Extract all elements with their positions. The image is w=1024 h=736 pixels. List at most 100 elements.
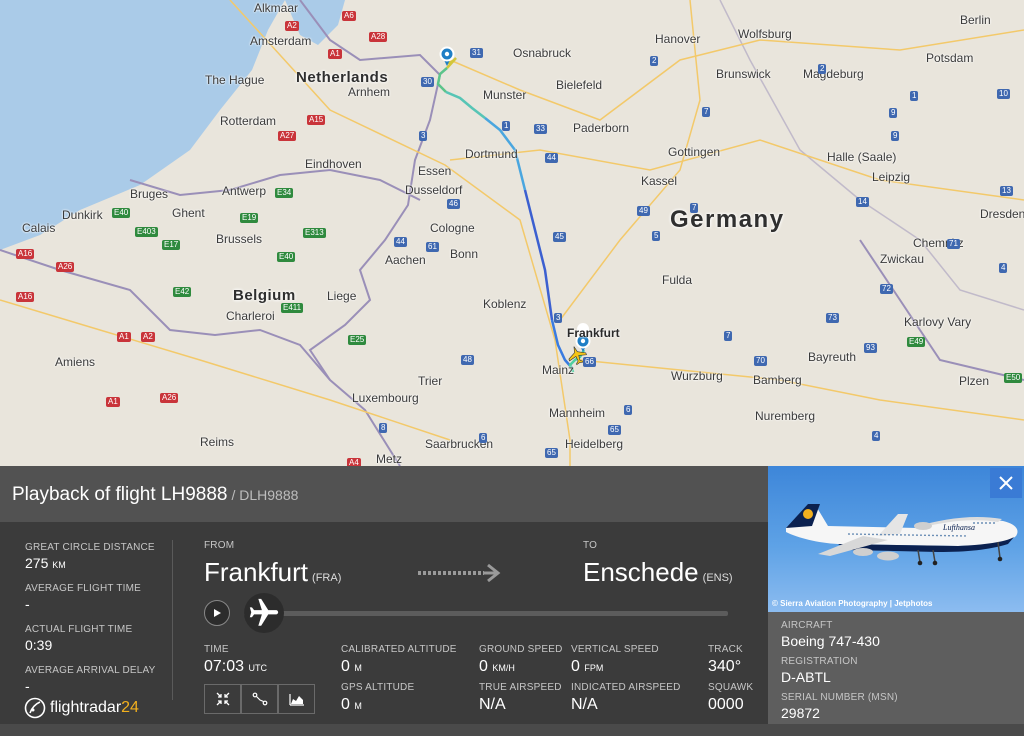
destination-code: (ENS) (702, 572, 733, 584)
city-label: Eindhoven (305, 157, 362, 171)
road-label: A2 (141, 332, 155, 342)
road-label: 1 (910, 91, 919, 101)
road-label: 6 (624, 405, 633, 415)
play-button[interactable] (204, 600, 230, 626)
close-icon (999, 476, 1013, 490)
road-label: E17 (162, 240, 181, 250)
metric-label: TRACK (708, 644, 743, 655)
city-label: Hanover (655, 32, 701, 46)
road-label: 4 (999, 263, 1008, 273)
timeline-scrubber[interactable] (244, 593, 284, 633)
aircraft-registration: REGISTRATION D-ABTL (781, 656, 1011, 685)
road-label: E25 (348, 335, 367, 345)
city-label: Wurzburg (671, 369, 723, 383)
metric-unit: FPM (584, 663, 604, 673)
origin-city: Frankfurt (204, 557, 309, 587)
road-label: E403 (135, 227, 158, 237)
metric-value: 0 (571, 658, 580, 675)
origin: FROM Frankfurt (FRA) (204, 540, 341, 588)
city-label: Ghent (172, 206, 205, 220)
metric-label: GROUND SPEED (479, 644, 563, 655)
stat-label: GREAT CIRCLE DISTANCE (25, 542, 155, 553)
road-label: A26 (56, 262, 75, 272)
metric-value: 0000 (708, 696, 744, 713)
metric-track: TRACK 340° (708, 644, 743, 676)
aircraft-panel: Lufthansa © Sierra Aviation Photography … (768, 466, 1024, 724)
road-label: A4 (347, 458, 361, 466)
metric-time: TIME 07:03 UTC (204, 644, 267, 676)
road-label: E50 (1004, 373, 1023, 383)
route-icon (252, 692, 267, 706)
route-button[interactable] (241, 684, 278, 714)
city-label: Bruges (130, 187, 169, 201)
aircraft-serial-number: SERIAL NUMBER (MSN) 29872 (781, 692, 1011, 721)
city-label: Karlovy Vary (904, 315, 972, 329)
road-label: A28 (369, 32, 388, 42)
road-label: A16 (16, 249, 35, 259)
metric-calibrated-altitude: CALIBRATED ALTITUDE 0 M (341, 644, 457, 676)
info-value: 29872 (781, 705, 820, 721)
road-label: E19 (240, 213, 259, 223)
info-label: SERIAL NUMBER (MSN) (781, 692, 898, 703)
aircraft-info: AIRCRAFT Boeing 747-430 REGISTRATION D-A… (768, 612, 1024, 736)
city-label: Leipzig (872, 170, 911, 184)
photo-credit[interactable]: © Sierra Aviation Photography | Jetphoto… (772, 599, 932, 608)
info-label: REGISTRATION (781, 656, 858, 667)
road-label: E40 (277, 252, 296, 262)
road-label: 6 (479, 433, 488, 443)
fit-view-button[interactable] (204, 684, 241, 714)
road-label: 8 (379, 423, 388, 433)
stat-value: 0:39 (25, 637, 53, 653)
stat-actual-flight-time: ACTUAL FLIGHT TIME 0:39 (25, 624, 172, 653)
road-label: 10 (997, 89, 1010, 99)
metric-value: 0 (341, 658, 350, 675)
origin-code: (FRA) (312, 572, 342, 584)
road-label: A26 (160, 393, 179, 403)
metric-unit: KM/H (492, 663, 515, 673)
city-label: Halle (Saale) (827, 150, 897, 164)
metric-value: N/A (479, 696, 506, 713)
city-label: Kassel (641, 174, 678, 188)
city-label: Bielefeld (556, 78, 603, 92)
road-label: 65 (608, 425, 621, 435)
aircraft-photo[interactable]: Lufthansa © Sierra Aviation Photography … (768, 466, 1024, 612)
view-tools (204, 684, 315, 714)
road-label: 7 (724, 331, 733, 341)
road-label: A1 (117, 332, 131, 342)
metric-gps-altitude: GPS ALTITUDE 0 M (341, 682, 414, 714)
road-label: 31 (470, 48, 483, 58)
metric-squawk: SQUAWK 0000 (708, 682, 753, 714)
stat-average-arrival-delay: AVERAGE ARRIVAL DELAY - (25, 665, 172, 694)
flight-map[interactable]: Netherlands Germany Belgium Alkmaar Amst… (0, 0, 1024, 466)
play-icon (214, 609, 221, 617)
metric-unit: M (354, 663, 362, 673)
road-label: 9 (889, 108, 898, 118)
graph-icon (288, 694, 304, 706)
road-label: 13 (1000, 186, 1013, 196)
graph-button[interactable] (278, 684, 315, 714)
airplane-icon (249, 598, 279, 626)
road-label: 44 (545, 153, 558, 163)
metric-label: INDICATED AIRSPEED (571, 682, 681, 693)
road-label: 61 (426, 242, 439, 252)
playback-timeline[interactable] (244, 611, 728, 616)
metric-value: 07:03 (204, 658, 245, 675)
stat-unit: KM (52, 560, 66, 570)
direction-arrow-icon (418, 563, 501, 583)
logo-text: flightradar (50, 699, 122, 716)
country-label: Netherlands (296, 69, 389, 86)
airline-livery-text: Lufthansa (942, 523, 975, 532)
road-label: 5 (652, 231, 661, 241)
road-label: A2 (285, 21, 299, 31)
metric-value: N/A (571, 696, 598, 713)
road-label: A1 (328, 49, 342, 59)
close-button[interactable] (990, 468, 1022, 498)
city-label: Dresden (980, 207, 1024, 221)
city-label: Gottingen (668, 145, 721, 159)
metric-label: GPS ALTITUDE (341, 682, 415, 693)
road-label: 46 (447, 199, 460, 209)
stat-average-flight-time: AVERAGE FLIGHT TIME - (25, 583, 172, 612)
road-label: 2 (818, 64, 827, 74)
playback-panel: Playback of flight LH9888/ DLH9888 GREAT… (0, 466, 768, 724)
metric-value: 0 (341, 696, 350, 713)
